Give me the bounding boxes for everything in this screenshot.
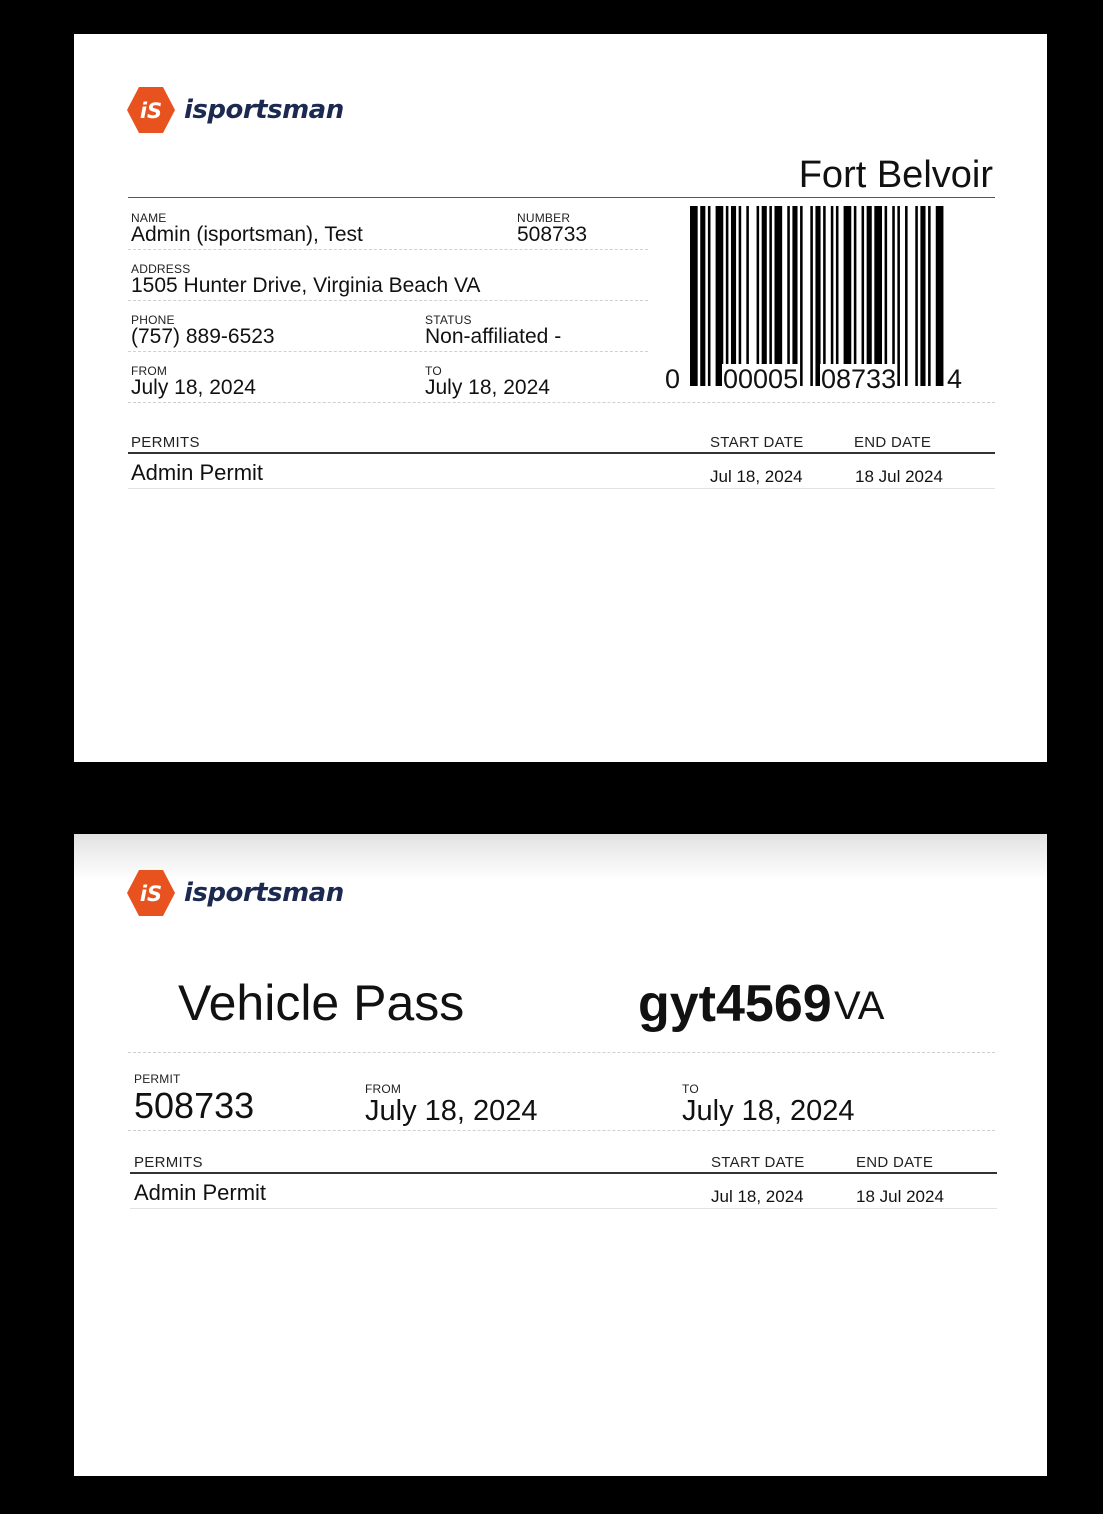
table-header-rule — [128, 452, 995, 454]
barcode-bar — [715, 206, 724, 386]
permit-start-date: Jul 18, 2024 — [711, 1187, 804, 1206]
holder-phone: (757) 889-6523 — [131, 325, 275, 348]
valid-to: July 18, 2024 — [425, 376, 550, 399]
end-date-header: END DATE — [856, 1154, 934, 1171]
barcode-bar — [769, 206, 772, 386]
isportsman-logo-icon: iS — [127, 87, 175, 133]
pass-title: Vehicle Pass — [178, 975, 465, 1031]
permit-start-date: Jul 18, 2024 — [710, 467, 803, 486]
barcode-bar — [928, 206, 931, 386]
site-name: Fort Belvoir — [798, 154, 993, 196]
barcode-bar — [874, 206, 882, 386]
barcode-bar — [730, 206, 737, 386]
row-divider — [128, 249, 648, 250]
table-header-rule — [130, 1172, 997, 1174]
divider — [128, 197, 995, 198]
permit-end-date: 18 Jul 2024 — [855, 467, 943, 486]
row-divider — [128, 300, 648, 301]
barcode-bar — [800, 206, 803, 386]
barcode-bar — [861, 206, 865, 386]
permit-number: 508733 — [134, 1085, 255, 1126]
license-number: 508733 — [517, 223, 588, 246]
barcode-bar — [725, 206, 729, 386]
permit-end-date: 18 Jul 2024 — [856, 1187, 944, 1206]
barcode-bar — [835, 206, 839, 386]
barcode-bar — [892, 206, 895, 386]
isportsman-logo: iS isportsman — [126, 869, 344, 917]
svg-text:iS: iS — [140, 99, 162, 123]
holder-name: Admin (isportsman), Test — [131, 223, 363, 246]
brand-name: isportsman — [184, 95, 344, 125]
barcode-bar — [792, 206, 798, 386]
table-row-rule — [128, 488, 995, 489]
barcode-bar — [774, 206, 783, 386]
barcode — [690, 206, 944, 386]
table-row-rule — [130, 1208, 997, 1209]
barcode-bar — [830, 206, 834, 386]
barcode-bar — [823, 206, 826, 386]
start-date-header: START DATE — [711, 1154, 805, 1171]
barcode-bar — [905, 206, 908, 386]
barcode-bar — [935, 206, 944, 386]
barcode-bar — [843, 206, 852, 386]
svg-text:iS: iS — [140, 882, 162, 906]
permits-header: PERMITS — [131, 434, 200, 451]
plate-state: VA — [834, 984, 885, 1028]
license-card: iS isportsman Fort Belvoir NAME Admin (i… — [74, 34, 1047, 762]
license-plate: gyt4569 — [638, 975, 832, 1033]
permit-name: Admin Permit — [134, 1180, 267, 1205]
barcode-left-digits: 00005 — [722, 364, 800, 395]
end-date-header: END DATE — [854, 434, 932, 451]
permit-name: Admin Permit — [131, 460, 264, 485]
permit-label: PERMIT — [134, 1072, 181, 1086]
barcode-bar — [897, 206, 900, 386]
barcode-bar — [690, 206, 698, 386]
brand-name: isportsman — [184, 878, 344, 908]
valid-from: July 18, 2024 — [365, 1095, 538, 1127]
barcode-bar — [866, 206, 872, 386]
barcode-bar — [738, 206, 742, 386]
barcode-bar — [707, 206, 711, 386]
barcode-bar — [853, 206, 857, 386]
barcode-bar — [815, 206, 821, 386]
row-divider — [128, 402, 995, 403]
barcode-bar — [884, 206, 888, 386]
row-divider — [128, 351, 648, 352]
row-divider — [128, 1130, 995, 1131]
barcode-right-digits: 08733 — [820, 364, 898, 395]
row-divider — [128, 1052, 995, 1053]
valid-to: July 18, 2024 — [682, 1095, 855, 1127]
isportsman-logo-icon: iS — [127, 870, 175, 916]
holder-status: Non-affiliated - — [425, 325, 562, 348]
barcode-bar — [920, 206, 926, 386]
barcode-bar — [787, 206, 790, 386]
barcode-bar — [700, 206, 706, 386]
valid-from: July 18, 2024 — [131, 376, 256, 399]
barcode-bar — [915, 206, 918, 386]
permits-header: PERMITS — [134, 1154, 203, 1171]
barcode-bar — [761, 206, 767, 386]
isportsman-logo: iS isportsman — [126, 86, 344, 134]
barcode-check-digit: 4 — [947, 364, 963, 394]
from-label: FROM — [365, 1082, 402, 1096]
to-label: TO — [682, 1082, 699, 1096]
holder-address: 1505 Hunter Drive, Virginia Beach VA — [131, 274, 481, 297]
barcode-lead-digit: 0 — [665, 364, 681, 394]
vehicle-pass-card: iS isportsman Vehicle Pass gyt4569 VA PE… — [74, 834, 1047, 1476]
start-date-header: START DATE — [710, 434, 804, 451]
barcode-bar — [756, 206, 760, 386]
barcode-bar — [746, 206, 749, 386]
barcode-bar — [810, 206, 813, 386]
